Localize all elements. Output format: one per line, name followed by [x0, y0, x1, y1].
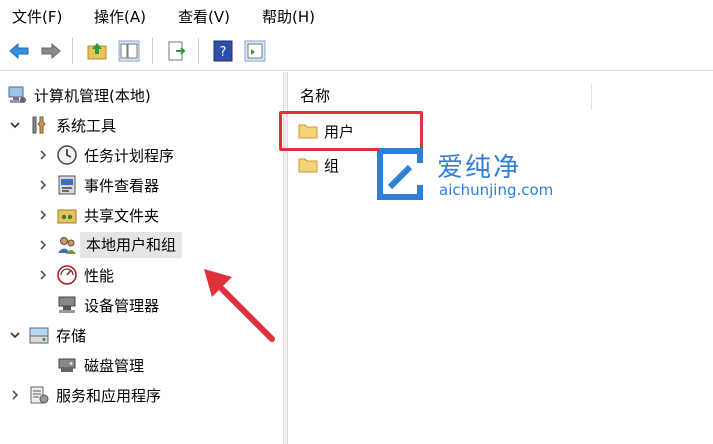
- tree-node-label: 设备管理器: [84, 296, 160, 315]
- tree-node-performance[interactable]: 性能: [36, 262, 114, 288]
- tree-node-label: 磁盘管理: [84, 356, 145, 375]
- tree-node-task-scheduler[interactable]: 任务计划程序: [36, 142, 174, 168]
- shared-folder-icon: [57, 209, 77, 224]
- properties-icon[interactable]: [244, 40, 266, 62]
- services-apps-icon: [30, 386, 49, 404]
- toolbar: ?: [0, 32, 713, 71]
- chevron-right-icon[interactable]: [36, 238, 50, 252]
- tree-node-label: 本地用户和组: [80, 232, 183, 258]
- back-icon[interactable]: [8, 40, 30, 62]
- forward-icon[interactable]: [40, 40, 62, 62]
- help-icon[interactable]: ?: [212, 40, 234, 62]
- device-manager-icon: [58, 296, 76, 313]
- column-divider[interactable]: [591, 84, 592, 110]
- list-item-groups[interactable]: 组: [298, 152, 339, 178]
- tree-node-storage[interactable]: 存储: [8, 322, 86, 348]
- toolbar-separator: [152, 38, 153, 64]
- svg-text:?: ?: [220, 45, 227, 60]
- clock-icon: [57, 145, 77, 165]
- folder-icon: [298, 158, 318, 173]
- chevron-right-icon[interactable]: [36, 148, 50, 162]
- chevron-down-icon[interactable]: [8, 328, 22, 342]
- chevron-right-icon[interactable]: [8, 388, 22, 402]
- tree-node-label: 服务和应用程序: [56, 386, 162, 405]
- column-header: 名称: [288, 80, 713, 110]
- export-list-icon[interactable]: [166, 40, 188, 62]
- tree-node-label: 计算机管理(本地): [34, 86, 151, 105]
- chevron-right-icon[interactable]: [36, 268, 50, 282]
- disk-management-icon: [58, 358, 76, 372]
- list-item-label: 组: [324, 156, 340, 175]
- watermark: 爱纯净 aichunjing.com: [370, 145, 570, 203]
- tree-node-label: 系统工具: [56, 116, 117, 135]
- tree-node-system-tools[interactable]: 系统工具: [8, 112, 116, 138]
- tree-node-event-viewer[interactable]: 事件查看器: [36, 172, 159, 198]
- tree-node-label: 事件查看器: [84, 176, 160, 195]
- tree-node-label: 存储: [56, 326, 87, 345]
- tree-node-label: 性能: [84, 266, 115, 285]
- storage-icon: [29, 327, 49, 344]
- red-arrow-annotation: [204, 269, 275, 342]
- watermark-logo-icon: [377, 148, 423, 200]
- toolbar-separator: [72, 38, 73, 64]
- watermark-url: aichunjing.com: [439, 181, 554, 199]
- menu-action[interactable]: 操作(A): [94, 6, 146, 27]
- up-folder-icon[interactable]: [86, 40, 108, 62]
- menu-view[interactable]: 查看(V): [178, 6, 230, 27]
- tree-node-label: 任务计划程序: [84, 146, 175, 165]
- chevron-down-icon[interactable]: [8, 118, 22, 132]
- tree-node-shared-folders[interactable]: 共享文件夹: [36, 202, 159, 228]
- menu-bar: 文件(F) 操作(A) 查看(V) 帮助(H): [0, 0, 713, 32]
- chevron-right-icon[interactable]: [36, 208, 50, 222]
- performance-icon: [57, 265, 77, 285]
- column-header-name[interactable]: 名称: [300, 85, 330, 106]
- tree-node-device-manager[interactable]: 设备管理器: [56, 292, 159, 318]
- tree-node-disk-management[interactable]: 磁盘管理: [56, 352, 144, 378]
- tree-node-services-apps[interactable]: 服务和应用程序: [8, 382, 161, 408]
- tree-node-label: 共享文件夹: [84, 206, 160, 225]
- users-icon: [58, 237, 76, 254]
- watermark-title: 爱纯净: [437, 153, 522, 183]
- menu-file[interactable]: 文件(F): [12, 6, 62, 27]
- chevron-right-icon[interactable]: [36, 178, 50, 192]
- toolbar-separator: [198, 38, 199, 64]
- tree-node-root[interactable]: 计算机管理(本地): [6, 82, 151, 108]
- show-hide-tree-icon[interactable]: [118, 40, 140, 62]
- tools-icon: [32, 116, 46, 134]
- event-viewer-icon: [58, 175, 76, 195]
- tree-node-local-users-groups[interactable]: 本地用户和组: [36, 232, 183, 258]
- menu-help[interactable]: 帮助(H): [262, 6, 315, 27]
- computer-management-icon: [8, 86, 26, 103]
